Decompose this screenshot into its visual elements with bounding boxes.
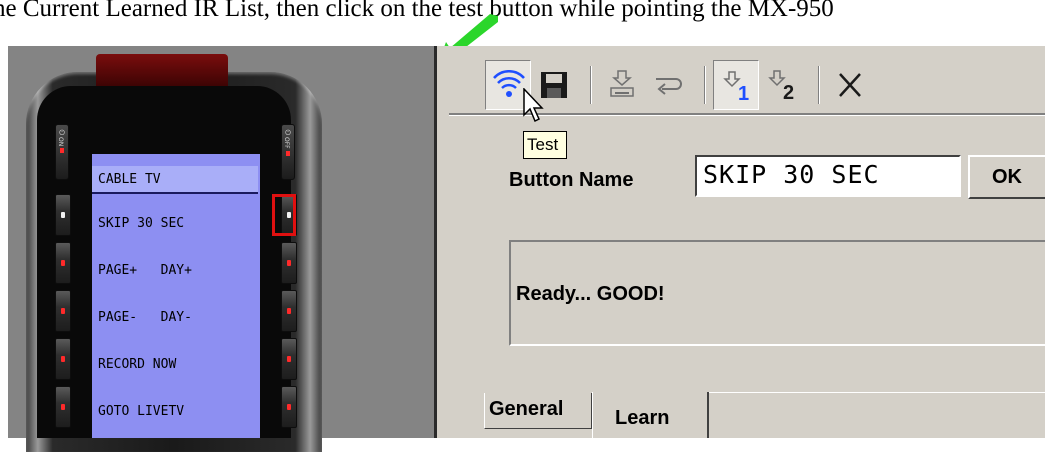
return-button[interactable] (645, 60, 691, 110)
left-soft-button-4[interactable] (55, 338, 71, 380)
mouse-cursor-icon (523, 87, 545, 129)
download-button[interactable] (599, 60, 645, 110)
power-off-label: OFF (283, 137, 290, 149)
page1-icon: 1 (723, 71, 749, 104)
right-soft-button-3[interactable] (281, 290, 297, 332)
tab-general[interactable]: General (484, 393, 592, 429)
left-soft-button-3[interactable] (55, 290, 71, 332)
page2-button[interactable]: 2 (759, 60, 805, 110)
lcd-row: PAGE+ DAY+ (98, 263, 192, 278)
left-soft-button-1[interactable] (55, 194, 71, 236)
lcd-row: RECORD NOW (98, 357, 177, 372)
download-icon (610, 70, 634, 97)
page2-label: 2 (783, 82, 794, 103)
left-soft-button-5[interactable] (55, 386, 71, 428)
remote-ir-window (96, 54, 228, 86)
lcd-row: SKIP 30 SEC (98, 216, 185, 231)
test-tooltip: Test (523, 131, 567, 159)
toolbar-separator (704, 66, 706, 104)
power-on-label: ON (57, 137, 64, 147)
tab-learn[interactable]: Learn (592, 392, 709, 438)
test-icon (493, 70, 525, 97)
ok-button[interactable]: OK (968, 155, 1045, 199)
led-icon (60, 148, 64, 154)
toolbar-separator (818, 66, 820, 104)
selected-button-highlight (272, 194, 296, 236)
power-on-button[interactable]: ⏻ ON (55, 124, 69, 180)
button-name-label: Button Name (509, 169, 634, 191)
page1-label: 1 (738, 83, 749, 104)
instruction-caption: he Current Learned IR List, then click o… (0, 0, 834, 22)
lcd-row: GOTO LIVETV (98, 404, 185, 419)
delete-button[interactable] (827, 60, 873, 110)
page2-icon: 2 (768, 70, 794, 103)
left-soft-button-2[interactable] (55, 242, 71, 284)
led-icon (286, 150, 290, 156)
status-text: Ready... GOOD! (516, 283, 665, 305)
tab-strip-border (709, 392, 1045, 393)
power-off-button[interactable]: ⏻ OFF (281, 124, 295, 180)
button-name-input[interactable]: SKIP 30 SEC (695, 155, 961, 197)
right-soft-button-5[interactable] (281, 386, 297, 428)
toolbar-separator (590, 66, 592, 104)
return-icon (656, 78, 682, 95)
right-soft-button-4[interactable] (281, 338, 297, 380)
delete-icon (839, 73, 861, 97)
lcd-title: CABLE TV (92, 166, 258, 194)
remote-lcd-screen: CABLE TV SKIP 30 SEC PAGE+ DAY+ PAGE- DA… (92, 154, 260, 438)
page1-button[interactable]: 1 (713, 60, 759, 110)
lcd-row: PAGE- DAY- (98, 310, 192, 325)
power-icon: ⏻ (285, 129, 291, 137)
right-soft-button-2[interactable] (281, 242, 297, 284)
power-icon: ⏻ (59, 129, 65, 137)
